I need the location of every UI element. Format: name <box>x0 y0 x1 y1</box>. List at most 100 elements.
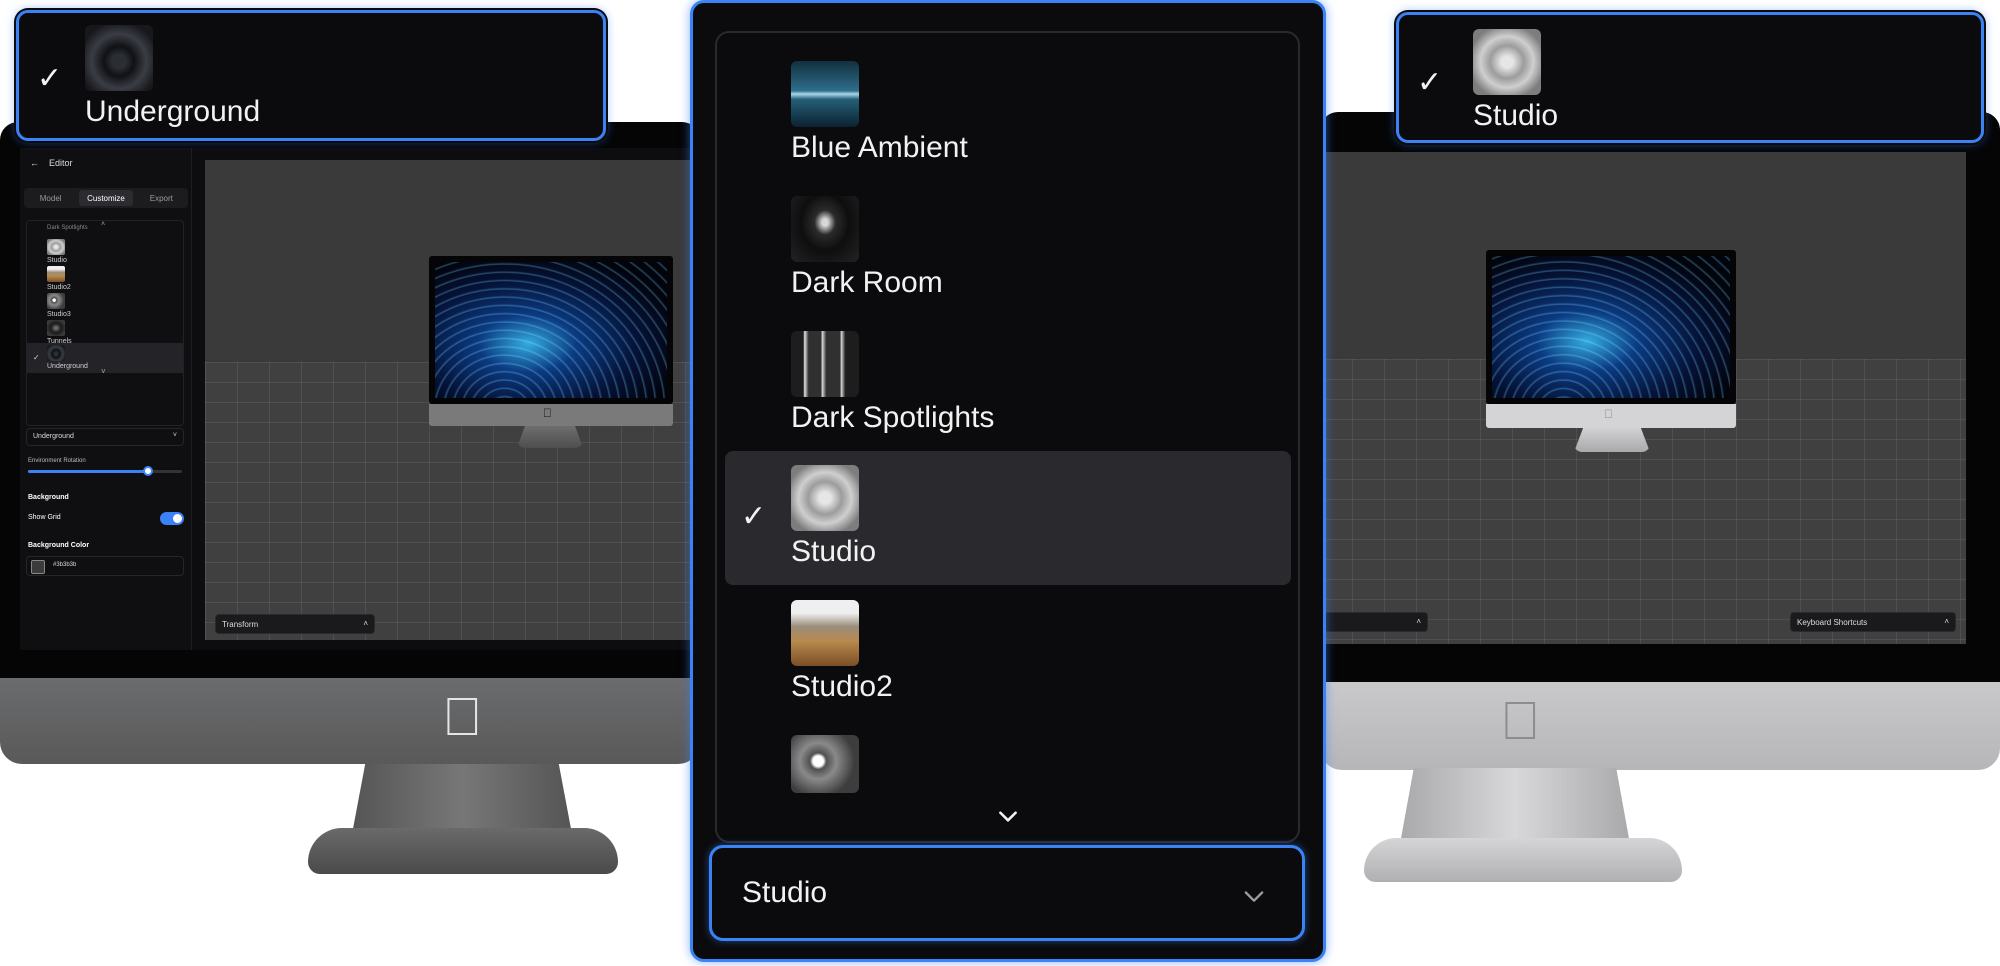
environment-select-value: Underground <box>33 433 74 440</box>
editor-title: Editor <box>49 158 73 168</box>
chevron-up-icon[interactable]: ˄ <box>363 619 368 628</box>
environment-dropdown-callout: Blue Ambient Dark Room Dark Spotlights ✓… <box>690 0 1326 962</box>
list-item-studio[interactable]: Studio <box>47 239 67 264</box>
viewport-right[interactable]:  ˄ Keyboard Shortcuts ˄ <box>1320 152 1966 644</box>
editor-tabs: Model Customize Export <box>24 188 188 208</box>
dropdown-item-studio2[interactable]: Studio2 <box>725 586 1291 720</box>
check-icon: ✓ <box>33 353 40 362</box>
dropdown-item-label: Studio2 <box>791 670 893 703</box>
list-item-label: Underground <box>47 363 88 370</box>
dropdown-item-label: Dark Room <box>791 266 943 299</box>
dropdown-item-label: Dark Spotlights <box>791 401 995 434</box>
list-item-label: Studio <box>47 257 67 264</box>
rotation-slider-fill <box>28 470 149 473</box>
tunnels-thumbnail <box>47 320 65 336</box>
model-stand <box>517 426 583 448</box>
chevron-down-icon[interactable] <box>995 803 1021 829</box>
blue-ambient-thumbnail <box>791 61 859 127</box>
arrow-left-icon[interactable]: ← <box>30 158 39 168</box>
keyboard-shortcuts-label: Keyboard Shortcuts <box>1797 618 1868 627</box>
studio2-thumbnail <box>47 266 65 282</box>
studio-thumbnail <box>47 239 65 255</box>
selected-environment-callout-right: ✓ Studio <box>1396 12 1984 143</box>
list-item-studio3[interactable]: Studio3 <box>47 293 71 318</box>
editor-header: ← Editor <box>30 158 73 168</box>
environment-name: Studio <box>1473 99 1559 132</box>
underground-thumbnail <box>47 345 65 361</box>
environment-select-box[interactable]: Studio <box>709 845 1305 941</box>
right-imac-stand <box>1400 768 1630 844</box>
dropdown-item-label: Blue Ambient <box>791 131 968 164</box>
editor-app: ← Editor Model Customize Export Dark Spo… <box>20 148 700 650</box>
show-grid-label: Show Grid <box>28 514 61 521</box>
transform-panel[interactable]: Transform ˄ <box>215 614 375 634</box>
list-item-tunnels[interactable]: Tunnels <box>47 320 72 345</box>
dropdown-item-studio3[interactable] <box>725 721 1291 801</box>
tab-export[interactable]: Export <box>135 188 188 208</box>
editor-sidebar: ← Editor Model Customize Export Dark Spo… <box>20 148 192 650</box>
keyboard-shortcuts-panel[interactable]: Keyboard Shortcuts ˄ <box>1790 612 1956 632</box>
list-item-cutoff[interactable]: Dark Spotlights <box>47 225 88 231</box>
wallpaper-swirl <box>1492 256 1730 398</box>
transform-panel[interactable]: ˄ <box>1320 612 1428 632</box>
studio-thumbnail <box>1473 29 1541 95</box>
environment-list[interactable]: Dark Spotlights ˄ Studio Studio2 Studio3… <box>26 220 184 426</box>
check-icon: ✓ <box>1417 66 1443 99</box>
environment-dropdown-list[interactable]: Blue Ambient Dark Room Dark Spotlights ✓… <box>715 31 1300 843</box>
underground-thumbnail <box>85 25 153 91</box>
environment-name: Underground <box>85 95 261 128</box>
show-grid-toggle[interactable] <box>160 512 184 525</box>
dropdown-item-dark-spotlights[interactable]: Dark Spotlights <box>725 317 1291 451</box>
dropdown-item-blue-ambient[interactable]: Blue Ambient <box>725 47 1291 181</box>
model-chin:  <box>1486 404 1736 428</box>
select-value: Studio <box>742 876 828 909</box>
dropdown-item-dark-room[interactable]: Dark Room <box>725 182 1291 316</box>
check-icon: ✓ <box>37 62 63 95</box>
left-imac-base <box>308 828 618 874</box>
chevron-up-icon[interactable]: ˄ <box>1944 617 1949 626</box>
studio-thumbnail <box>791 465 859 531</box>
environment-select[interactable]: Underground ˅ <box>26 428 184 446</box>
tab-customize[interactable]: Customize <box>79 190 133 206</box>
studio3-thumbnail <box>47 293 65 309</box>
tab-model[interactable]: Model <box>24 188 77 208</box>
list-item-studio2[interactable]: Studio2 <box>47 266 71 291</box>
chevron-up-icon[interactable]: ˄ <box>1416 617 1421 626</box>
dropdown-item-studio[interactable]: ✓ Studio <box>725 451 1291 585</box>
studio3-thumbnail <box>791 735 859 793</box>
background-color-label: Background Color <box>28 542 90 549</box>
viewport-left[interactable]:  Transform ˄ <box>205 160 700 640</box>
apple-logo-icon:  <box>543 406 552 420</box>
dark-room-thumbnail <box>791 196 859 262</box>
model-screen <box>1486 250 1736 404</box>
wallpaper-swirl <box>435 262 667 398</box>
model-screen <box>429 256 673 404</box>
model-stand <box>1574 428 1650 452</box>
dark-spotlights-thumbnail <box>791 331 859 397</box>
dropdown-item-label: Studio <box>791 535 877 568</box>
rotation-slider[interactable] <box>28 466 182 476</box>
right-imac-chin:  <box>1320 682 2000 770</box>
chevron-up-icon[interactable]: ˄ <box>101 221 105 228</box>
right-imac-base <box>1364 838 1682 882</box>
rotation-slider-knob[interactable] <box>143 466 154 476</box>
list-item-label: Studio2 <box>47 284 71 291</box>
left-imac-chin:  <box>0 678 700 764</box>
apple-logo-icon:  <box>1604 407 1613 421</box>
studio2-thumbnail <box>791 600 859 666</box>
left-imac-stand <box>352 764 572 834</box>
background-heading: Background <box>28 494 69 501</box>
background-color-field[interactable]: #3b3b3b <box>26 556 184 576</box>
check-icon: ✓ <box>741 500 767 533</box>
chevron-down-icon: ˅ <box>172 432 177 439</box>
color-swatch[interactable] <box>31 560 45 574</box>
background-color-value: #3b3b3b <box>53 562 77 568</box>
apple-logo-icon:  <box>442 686 483 748</box>
model-chin:  <box>429 404 673 426</box>
rotation-label: Environment Rotation <box>28 458 86 464</box>
chevron-down-icon[interactable]: ˅ <box>101 367 106 376</box>
apple-logo-icon:  <box>1500 690 1541 752</box>
selected-environment-callout-left: ✓ Underground <box>16 10 606 141</box>
list-item-label: Studio3 <box>47 311 71 318</box>
chevron-down-icon <box>1244 891 1264 902</box>
